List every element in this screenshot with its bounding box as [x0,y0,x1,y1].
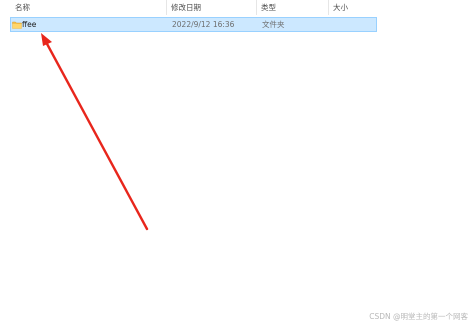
column-header-size[interactable]: 大小 [328,1,388,14]
file-date-modified: 2022/9/12 16:36 [172,20,235,29]
file-type: 文件夹 [262,20,285,29]
file-list-row[interactable]: ffee 2022/9/12 16:36 文件夹 [10,17,377,32]
column-header-date-modified[interactable]: 修改日期 [166,1,256,14]
column-header-name[interactable]: 名称 [10,1,166,14]
file-name[interactable]: ffee [22,18,36,31]
column-header-type[interactable]: 类型 [256,1,328,14]
watermark-text: CSDN @明堂主的第一个网客 [369,312,468,321]
folder-icon [12,21,22,29]
column-header-row: ⌃ 名称 修改日期 类型 大小 [0,0,474,15]
file-explorer-view: ⌃ 名称 修改日期 类型 大小 ffee 2022/9/12 16:36 文件夹… [0,0,474,326]
arrow-icon [41,33,149,231]
